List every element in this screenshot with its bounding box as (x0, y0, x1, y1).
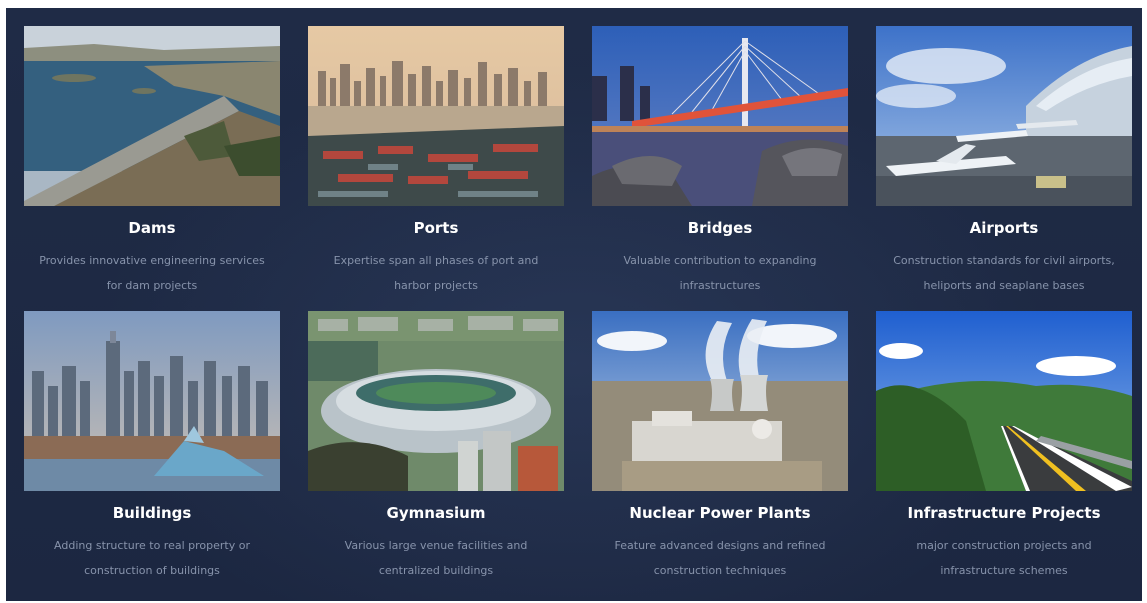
description-line-2: harbor projects (394, 279, 478, 292)
description-line-1: Various large venue facilities and (344, 539, 528, 552)
card-description: Various large venue facilities and centr… (298, 533, 574, 583)
card-description: Expertise span all phases of port and ha… (298, 248, 574, 298)
description-line-2: construction of buildings (84, 564, 220, 577)
gymnasium-photo[interactable] (308, 311, 564, 491)
card-description: Feature advanced designs and refined con… (582, 533, 858, 583)
bridge-photo[interactable] (592, 26, 848, 206)
description-line-2: centralized buildings (378, 564, 494, 577)
card-title[interactable]: Airports (866, 219, 1142, 237)
card-title[interactable]: Infrastructure Projects (866, 504, 1142, 522)
card-title[interactable]: Bridges (582, 219, 858, 237)
description-line-2: infrastructure schemes (940, 564, 1068, 577)
card-description: Provides innovative engineering services… (14, 248, 290, 298)
card-description: major construction projects and infrastr… (866, 533, 1142, 583)
description-line-2: construction techniques (653, 564, 787, 577)
description-line-1: major construction projects and (916, 539, 1092, 552)
port-photo[interactable] (308, 26, 564, 206)
card-description: Construction standards for civil airport… (866, 248, 1142, 298)
card-title[interactable]: Dams (14, 219, 290, 237)
airport-photo[interactable] (876, 26, 1132, 206)
description-line-2: heliports and seaplane bases (923, 279, 1085, 292)
card-title[interactable]: Ports (298, 219, 574, 237)
description-line-1: Adding structure to real property or (54, 539, 250, 552)
card-title[interactable]: Gymnasium (298, 504, 574, 522)
description-line-1: Feature advanced designs and refined (614, 539, 826, 552)
description-line-1: Valuable contribution to expanding (623, 254, 817, 267)
description-line-1: Expertise span all phases of port and (333, 254, 539, 267)
card-title[interactable]: Nuclear Power Plants (582, 504, 858, 522)
description-line-1: Provides innovative engineering services (39, 254, 265, 267)
card-description: Valuable contribution to expanding infra… (582, 248, 858, 298)
description-line-2: infrastructures (679, 279, 761, 292)
dam-photo[interactable] (24, 26, 280, 206)
projects-panel: Dams Provides innovative engineering ser… (6, 8, 1142, 601)
buildings-photo[interactable] (24, 311, 280, 491)
nuclear-plant-photo[interactable] (592, 311, 848, 491)
highway-photo[interactable] (876, 311, 1132, 491)
description-line-1: Construction standards for civil airport… (893, 254, 1115, 267)
card-description: Adding structure to real property or con… (14, 533, 290, 583)
card-title[interactable]: Buildings (14, 504, 290, 522)
description-line-2: for dam projects (106, 279, 198, 292)
